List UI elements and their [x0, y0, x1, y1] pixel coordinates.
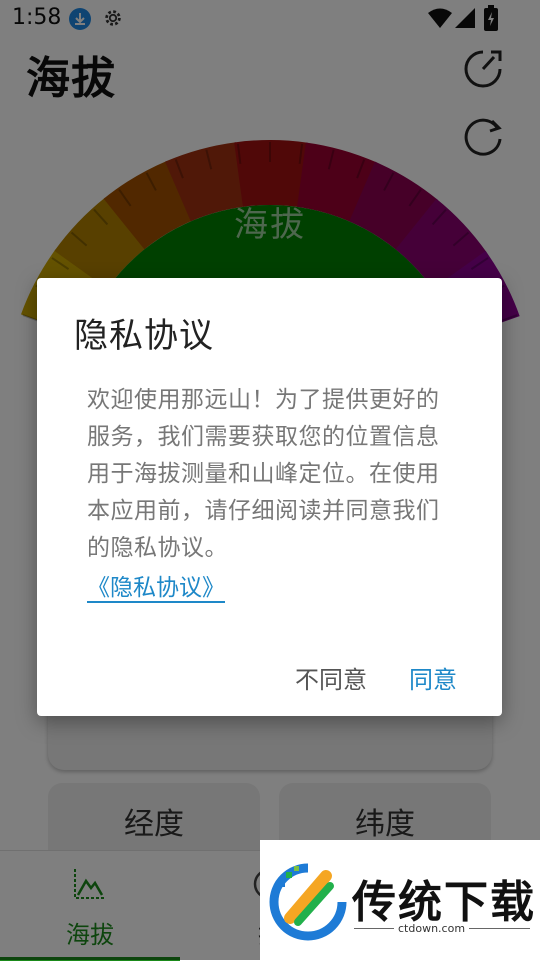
watermark-text: 传统下载: [352, 877, 536, 928]
privacy-dialog: 隐私协议 欢迎使用那远山！为了提供更好的服务，我们需要获取您的位置信息用于海拔测…: [37, 278, 502, 716]
dialog-title: 隐私协议: [74, 316, 214, 356]
watermark: 传统下载 ctdown.com: [260, 840, 540, 960]
watermark-logo-icon: [268, 862, 348, 946]
dialog-body: 欢迎使用那远山！为了提供更好的服务，我们需要获取您的位置信息用于海拔测量和山峰定…: [87, 387, 440, 561]
app-screen: 1:58 海拔 海拔 经度 纬度: [0, 0, 540, 961]
disagree-button[interactable]: 不同意: [295, 660, 367, 695]
agree-button[interactable]: 同意: [409, 660, 457, 695]
watermark-url: ctdown.com: [394, 922, 470, 935]
privacy-policy-link[interactable]: 《隐私协议》: [87, 568, 225, 602]
